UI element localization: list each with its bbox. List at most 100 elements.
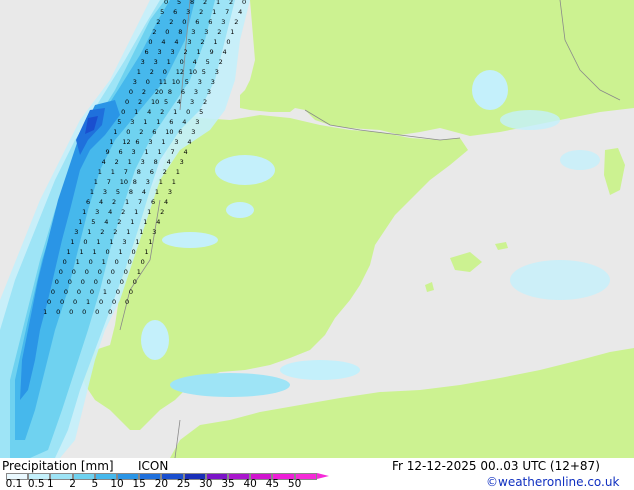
precip-value: 1: [145, 148, 149, 156]
precip-value: 1: [173, 108, 177, 116]
precip-value: 1: [94, 178, 98, 186]
precip-value: 1: [159, 178, 163, 186]
precip-value: 4: [156, 218, 160, 226]
precip-value: 2: [117, 218, 121, 226]
precip-value: 0: [90, 288, 94, 296]
precip-value: 4: [187, 138, 191, 146]
precip-value: 2: [163, 168, 167, 176]
scale-tick-label: 1: [47, 478, 54, 490]
precip-value: 2: [203, 0, 207, 6]
scale-tick-label: 45: [265, 478, 280, 490]
precip-value: 2: [142, 88, 146, 96]
precip-value: 1: [139, 228, 143, 236]
precip-value: 10: [189, 68, 197, 76]
precip-value: 3: [154, 58, 158, 66]
scale-tick-label: 35: [221, 478, 235, 490]
precip-value: 6: [178, 128, 182, 136]
precip-value: 1: [128, 158, 132, 166]
precip-value: 1: [130, 218, 134, 226]
precip-value: 1: [143, 118, 147, 126]
precip-value: 4: [223, 48, 227, 56]
precip-value: 1: [213, 38, 217, 46]
precip-value: 2: [156, 18, 160, 26]
precip-value: 1: [109, 238, 113, 246]
scale-arrow: [316, 473, 329, 479]
precip-value: 1: [135, 238, 139, 246]
precip-value: 3: [195, 118, 199, 126]
precip-value: 9: [210, 48, 214, 56]
precip-value: 0: [112, 298, 116, 306]
precip-value: 4: [147, 108, 151, 116]
precip-value: 1: [90, 188, 94, 196]
precip-value: 0: [125, 98, 129, 106]
precip-value: 4: [238, 8, 242, 16]
precip-value: 0: [111, 268, 115, 276]
precip-value: 1: [76, 258, 80, 266]
precip-value: 4: [161, 38, 165, 46]
forecast-datetime: Fr 12-12-2025 00..03 UTC (12+87): [392, 459, 600, 473]
precip-value: 12: [122, 138, 130, 146]
map-canvas: 0 5 8 2 1 2 05 6 3 2 1 7 42 2 0 6 6 3 22 0 8 3 3 2 10 4 4 3 2 1 06 3 3 2 1…: [0, 0, 634, 459]
precip-value: 7: [124, 168, 128, 176]
precip-value: 4: [104, 218, 108, 226]
precip-value: 7: [171, 148, 175, 156]
precip-value: 3: [211, 78, 215, 86]
precip-value: 1: [155, 188, 159, 196]
precip-value: 2: [150, 68, 154, 76]
scale-tick-label: 15: [132, 478, 146, 490]
precip-value: 1: [125, 198, 129, 206]
credit-link[interactable]: ©weatheronline.co.uk: [486, 475, 619, 489]
scale-tick-label: 25: [176, 478, 191, 490]
precip-value: 0: [83, 238, 87, 246]
precip-value: 0: [94, 278, 98, 286]
precip-value: 2: [199, 8, 203, 16]
precip-value: 5: [117, 118, 121, 126]
precip-value: 1: [134, 108, 138, 116]
precip-value: 3: [198, 78, 202, 86]
precip-value: 2: [112, 198, 116, 206]
precip-value: 4: [182, 118, 186, 126]
model-name: ICON: [138, 459, 169, 473]
precip-value: 2: [200, 38, 204, 46]
precip-value: 1: [176, 168, 180, 176]
precip-value: 0: [73, 298, 77, 306]
precip-value: 1: [102, 258, 106, 266]
precip-value: 5: [164, 98, 168, 106]
precip-value: 1: [156, 118, 160, 126]
precip-value: 3: [141, 58, 145, 66]
precip-value: 7: [138, 198, 142, 206]
precip-value: 8: [154, 158, 158, 166]
precip-value: 9: [106, 148, 110, 156]
precip-value: 6: [150, 168, 154, 176]
precip-value: 8: [133, 178, 137, 186]
precip-value: 5: [116, 188, 120, 196]
precip-value: 3: [186, 8, 190, 16]
precip-value: 1: [113, 128, 117, 136]
precip-value: 0: [82, 308, 86, 316]
precip-value: 1: [86, 298, 90, 306]
precip-value: 0: [68, 278, 72, 286]
precip-value: 0: [242, 0, 246, 6]
scale-tick-label: 30: [199, 478, 213, 490]
precip-value: 1: [109, 138, 113, 146]
precip-value: 0: [182, 18, 186, 26]
precip-value: 5: [199, 108, 203, 116]
precip-value: 0: [180, 58, 184, 66]
precip-value: 0: [108, 308, 112, 316]
scale-tick-label: 0.1: [5, 478, 23, 490]
precip-value: 1: [230, 28, 234, 36]
precip-value: 3: [215, 68, 219, 76]
precip-value: 2: [160, 108, 164, 116]
scale-tick-label: 20: [154, 478, 169, 490]
precip-value: 3: [132, 148, 136, 156]
precip-value: 3: [95, 208, 99, 216]
precip-value: 0: [56, 308, 60, 316]
precip-value: 0: [120, 278, 124, 286]
precip-value: 3: [146, 178, 150, 186]
precip-value: 1: [98, 168, 102, 176]
precip-value: 1: [67, 248, 71, 256]
precip-value: 7: [107, 178, 111, 186]
precip-value: 0: [98, 268, 102, 276]
scale-tick-label: 2: [69, 478, 76, 490]
precip-value: 3: [168, 188, 172, 196]
